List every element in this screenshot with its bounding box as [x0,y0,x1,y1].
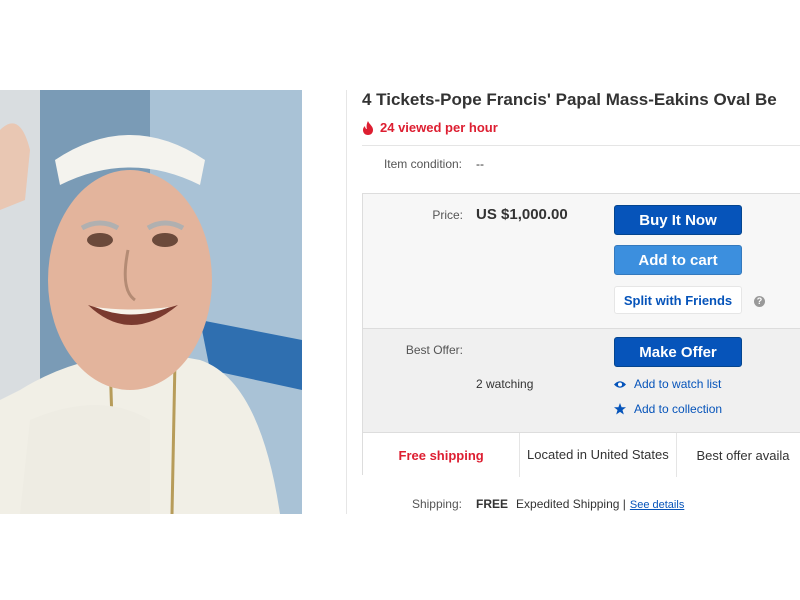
collection-label: Add to collection [634,402,723,416]
shipping-line: Shipping: FREE Expedited Shipping | See … [362,497,684,511]
make-offer-button[interactable]: Make Offer [614,337,742,367]
eye-icon [614,380,626,388]
star-icon [614,403,626,415]
shipping-free: FREE [476,497,509,511]
shipping-method: Expedited Shipping | [516,497,626,511]
price-value: US $1,000.00 [476,206,568,223]
photo-frame [302,90,347,514]
best-offer-label: Best Offer: [405,343,463,357]
best-offer-available: Best offer availa [696,447,790,463]
shipping-label: Shipping: [411,497,462,511]
product-photo[interactable] [0,90,302,514]
condition-value: -- [476,157,484,171]
pope-photo-illustration [0,90,302,514]
add-to-watch-list-link[interactable]: Add to watch list [614,377,721,391]
see-details-link[interactable]: See details [630,499,684,511]
item-location: Located in United States [520,433,677,477]
watch-list-label: Add to watch list [634,377,722,391]
watching-count: 2 watching [476,377,534,391]
price-section: Price: US $1,000.00 Buy It Now Add to ca… [363,194,800,328]
best-offer-section: Best Offer: Make Offer 2 watching Add to… [363,328,800,433]
add-to-cart-button[interactable]: Add to cart [614,245,742,275]
free-shipping-badge: Free shipping [363,433,521,477]
shipping-summary-row: Free shipping Located in United States B… [363,432,800,477]
price-label: Price: [432,208,463,222]
viewed-per-hour: 24 viewed per hour [362,120,498,135]
condition-label: Item condition: [383,157,462,171]
buy-box: Price: US $1,000.00 Buy It Now Add to ca… [362,193,800,477]
divider [362,145,800,146]
split-with-friends-button[interactable]: Split with Friends [614,286,742,314]
listing-title: 4 Tickets-Pope Francis' Papal Mass-Eakin… [362,90,777,109]
fire-icon [363,120,373,135]
add-to-collection-link[interactable]: Add to collection [614,402,722,416]
help-icon[interactable]: ? [754,296,765,307]
viewed-text: 24 viewed per hour [380,120,498,135]
buy-it-now-button[interactable]: Buy It Now [614,205,742,235]
